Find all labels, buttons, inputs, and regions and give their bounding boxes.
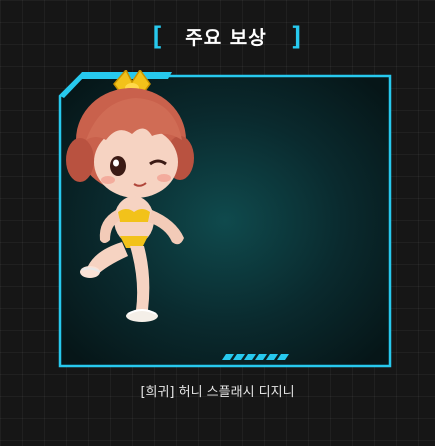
reward-header: [ 주요 보상 ] — [0, 22, 435, 58]
section-title: 주요 보상 — [185, 27, 267, 49]
character-illustration — [66, 70, 194, 322]
title-bracket-right: ] — [289, 22, 305, 52]
title-bracket-left: [ — [149, 22, 165, 52]
reward-showcase-frame — [56, 70, 394, 370]
reward-item-name: [희귀] 허니 스플래시 디지니 — [140, 385, 295, 400]
